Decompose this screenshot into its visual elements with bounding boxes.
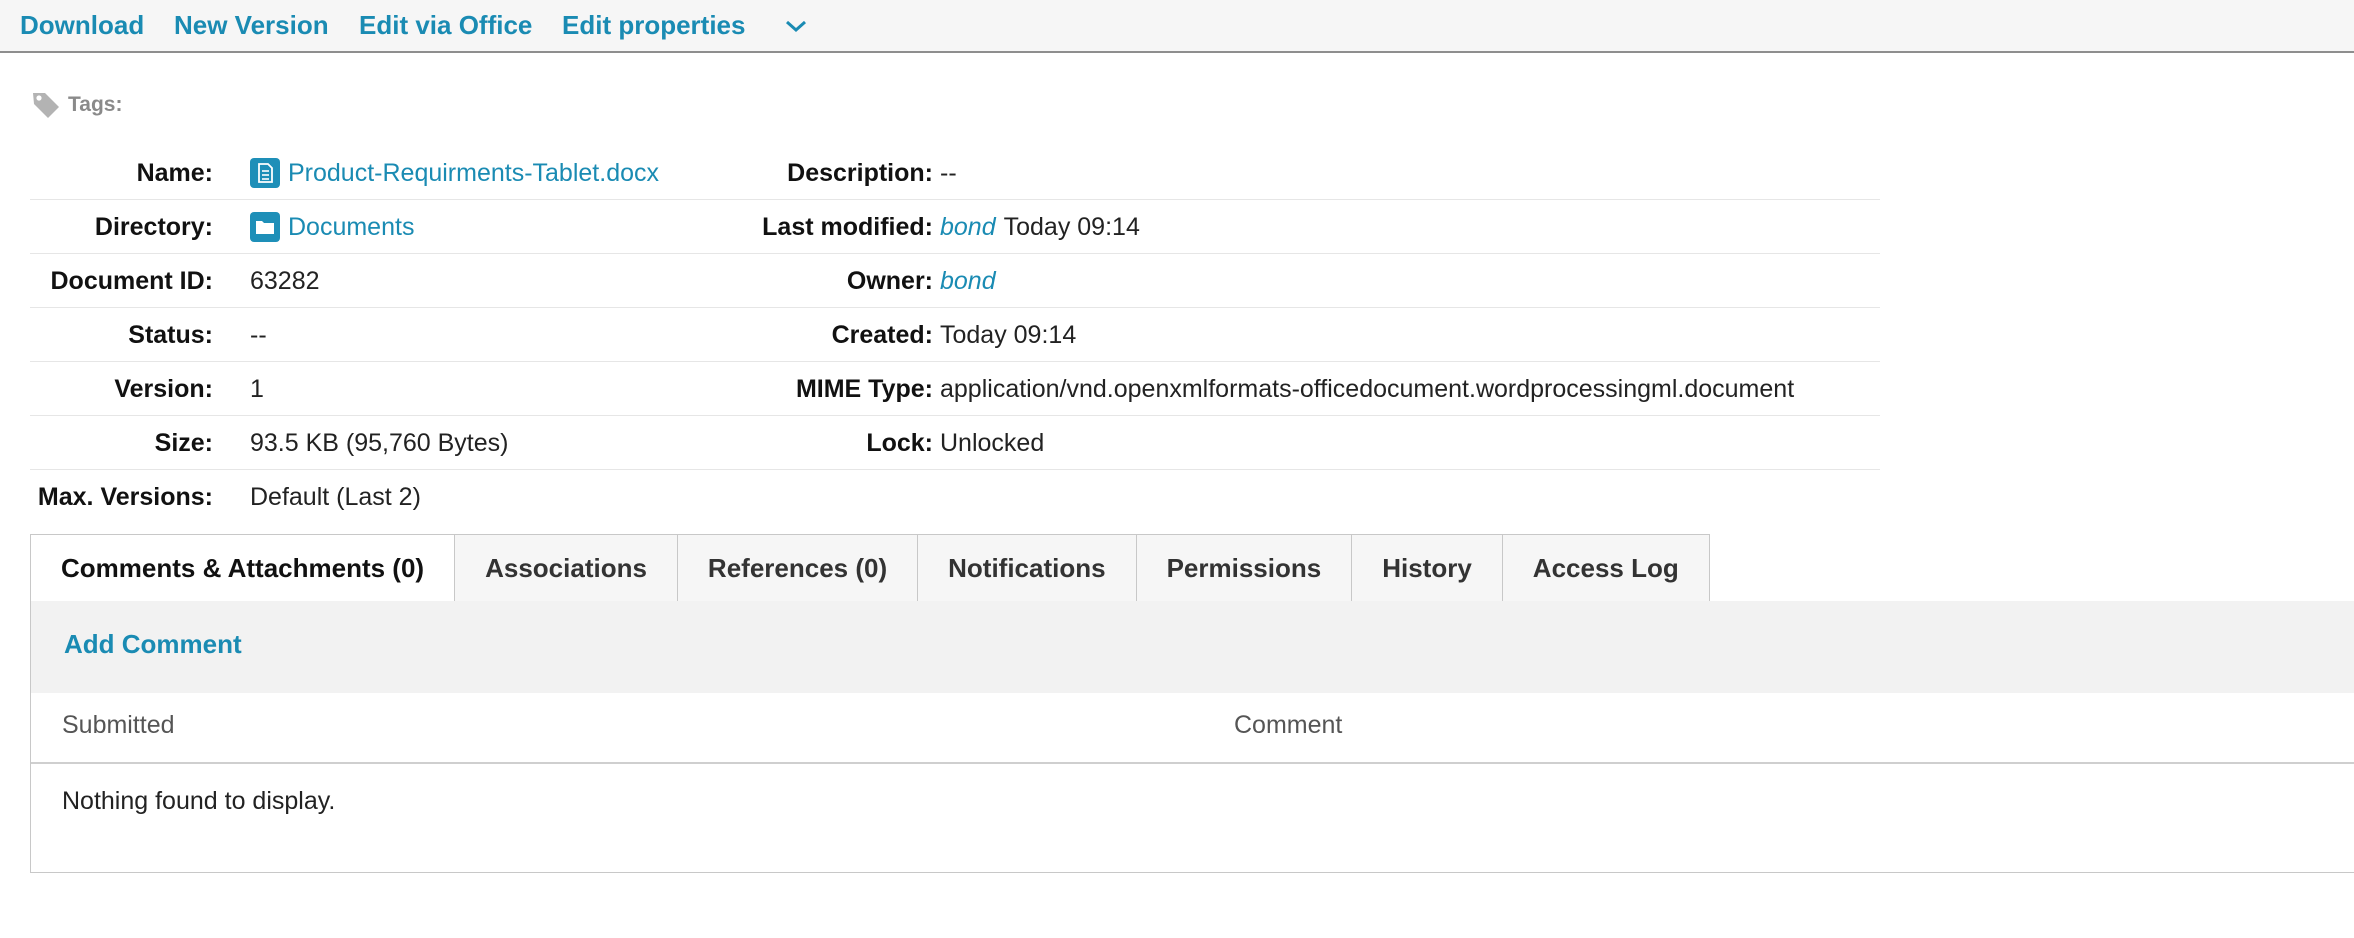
lock-value: Unlocked: [940, 429, 1045, 457]
size-label: Size:: [154, 429, 213, 457]
last-modified-user-link[interactable]: bond: [940, 200, 996, 254]
tab-access-log[interactable]: Access Log: [1502, 534, 1710, 602]
toolbar: Download New Version Edit via Office Edi…: [0, 0, 2354, 53]
name-value: Product-Requirments-Tablet.docx: [250, 146, 659, 200]
version-value: 1: [250, 375, 264, 403]
tab-references[interactable]: References (0): [677, 534, 919, 602]
property-row: Document ID: 63282 Owner: bond: [30, 254, 1880, 308]
tab-notifications[interactable]: Notifications: [918, 534, 1137, 602]
document-name-link[interactable]: Product-Requirments-Tablet.docx: [288, 146, 659, 200]
tab-comments-attachments[interactable]: Comments & Attachments (0): [30, 534, 456, 602]
last-modified-label: Last modified:: [762, 213, 933, 241]
directory-label: Directory:: [94, 213, 213, 241]
max-versions-value: Default (Last 2): [250, 483, 421, 511]
tab-history[interactable]: History: [1352, 534, 1503, 602]
last-modified-time: Today 09:14: [1003, 213, 1140, 241]
created-value: Today 09:14: [940, 321, 1077, 349]
status-value: --: [250, 321, 267, 349]
tag-icon: [33, 93, 59, 118]
document-icon: [250, 158, 280, 188]
tags-row: Tags:: [30, 88, 122, 122]
owner-link[interactable]: bond: [940, 254, 996, 308]
created-label: Created:: [831, 321, 933, 349]
edit-via-office-button[interactable]: Edit via Office: [359, 10, 532, 41]
new-version-button[interactable]: New Version: [174, 10, 329, 41]
owner-label: Owner:: [846, 267, 933, 295]
description-value: --: [940, 159, 957, 187]
tab-associations[interactable]: Associations: [455, 534, 678, 602]
folder-icon: [250, 212, 280, 242]
property-row: Name: Product-Requirments-Tablet.docx De…: [30, 146, 1880, 200]
property-row: Version: 1 MIME Type: application/vnd.op…: [30, 362, 1880, 416]
name-label: Name:: [136, 159, 213, 187]
empty-table-message: Nothing found to display.: [62, 787, 336, 815]
lock-label: Lock:: [866, 429, 933, 457]
directory-value: Documents: [250, 200, 414, 254]
download-button[interactable]: Download: [20, 10, 144, 41]
owner-value: bond: [940, 254, 1004, 308]
mime-type-label: MIME Type:: [795, 375, 933, 403]
version-label: Version:: [114, 375, 213, 403]
status-label: Status:: [128, 321, 213, 349]
document-id-label: Document ID:: [50, 267, 214, 295]
tab-permissions[interactable]: Permissions: [1136, 534, 1353, 602]
last-modified-value: bond Today 09:14: [940, 200, 1140, 254]
description-label: Description:: [787, 159, 933, 187]
directory-link[interactable]: Documents: [288, 200, 414, 254]
property-row: Status: -- Created: Today 09:14: [30, 308, 1880, 362]
add-comment-button[interactable]: Add Comment: [64, 629, 242, 660]
column-header-comment[interactable]: Comment: [1234, 711, 1342, 740]
size-value: 93.5 KB (95,760 Bytes): [250, 429, 509, 457]
property-row: Max. Versions: Default (Last 2): [30, 470, 1880, 524]
column-header-submitted[interactable]: Submitted: [62, 711, 175, 740]
property-row: Directory: Documents Last modified: bond…: [30, 200, 1880, 254]
table-header-divider: [31, 762, 2354, 764]
chevron-down-icon[interactable]: [783, 16, 809, 36]
mime-type-value: application/vnd.openxmlformats-officedoc…: [940, 375, 1795, 403]
document-properties: Name: Product-Requirments-Tablet.docx De…: [30, 146, 1880, 524]
document-id-value: 63282: [250, 267, 320, 295]
property-row: Size: 93.5 KB (95,760 Bytes) Lock: Unloc…: [30, 416, 1880, 470]
detail-tabs: Comments & Attachments (0) Associations …: [30, 534, 1710, 602]
comments-panel: Add Comment Submitted Comment Nothing fo…: [30, 601, 2354, 873]
tags-label: Tags:: [68, 93, 123, 116]
comments-panel-header: Add Comment: [31, 601, 2354, 693]
max-versions-label: Max. Versions:: [37, 483, 213, 511]
edit-properties-button[interactable]: Edit properties: [562, 10, 745, 41]
